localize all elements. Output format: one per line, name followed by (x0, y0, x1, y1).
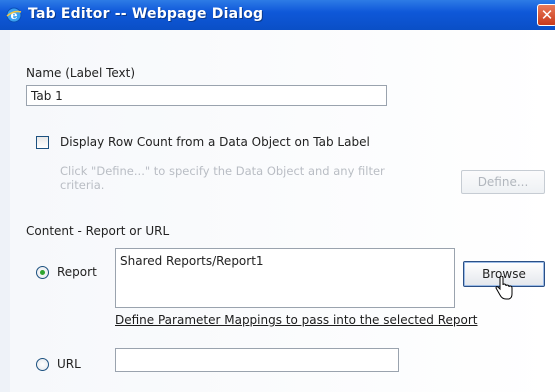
name-input[interactable]: Tab 1 (26, 85, 387, 106)
define-button-label: Define... (477, 175, 529, 189)
hand-cursor-icon (495, 276, 513, 300)
name-input-value: Tab 1 (31, 89, 63, 103)
report-path-value: Shared Reports/Report1 (120, 254, 264, 268)
parameter-mapping-link[interactable]: Define Parameter Mappings to pass into t… (115, 313, 478, 327)
name-label: Name (Label Text) (26, 66, 136, 80)
close-button[interactable]: ✕ (537, 4, 555, 26)
dialog-window: e Tab Editor -- Webpage Dialog ✕ Name (L… (0, 0, 555, 392)
report-radio-label: Report (57, 265, 97, 279)
url-input[interactable] (115, 348, 399, 372)
report-radio[interactable] (36, 266, 49, 279)
url-radio-label: URL (57, 357, 81, 371)
row-count-hint: Click "Define..." to specify the Data Ob… (60, 164, 385, 192)
title-bar[interactable]: e Tab Editor -- Webpage Dialog ✕ (0, 0, 555, 30)
url-radio[interactable] (36, 358, 49, 371)
report-path-field[interactable]: Shared Reports/Report1 (115, 248, 455, 308)
close-icon: ✕ (540, 6, 554, 24)
radio-selected-indicator (40, 270, 45, 275)
row-count-label: Display Row Count from a Data Object on … (60, 135, 370, 149)
window-title: Tab Editor -- Webpage Dialog (28, 6, 264, 22)
define-button[interactable]: Define... (461, 170, 545, 194)
row-count-checkbox[interactable] (36, 136, 49, 149)
ie-icon: e (6, 7, 22, 23)
dialog-content: Name (Label Text) Tab 1 Display Row Coun… (10, 30, 555, 392)
content-section-label: Content - Report or URL (26, 224, 170, 238)
